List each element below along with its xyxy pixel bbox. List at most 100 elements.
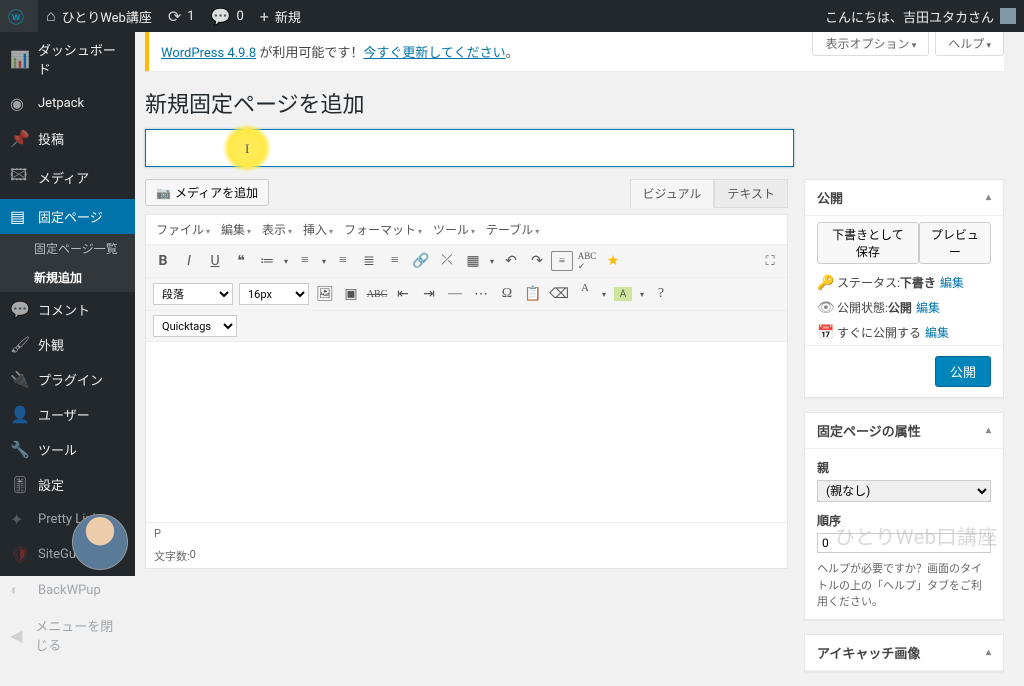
sidebar-item-posts[interactable]: 📌投稿 bbox=[0, 121, 135, 156]
pastetext-button[interactable]: 📋 bbox=[521, 282, 545, 306]
ul-drop-icon[interactable]: ▾ bbox=[281, 249, 291, 273]
attributes-help: ヘルプが必要ですか？画面のタイトルの上の「ヘルプ」タブをご利用ください。 bbox=[817, 561, 991, 611]
update-now-link[interactable]: 今すぐ更新してください bbox=[363, 46, 505, 61]
publish-button[interactable]: 公開 bbox=[935, 356, 991, 387]
menu-insert[interactable]: 挿入 bbox=[299, 219, 337, 240]
specialchar-button[interactable]: Ω bbox=[495, 282, 519, 306]
edit-status-link[interactable]: 編集 bbox=[940, 274, 964, 291]
sidebar-item-dashboard[interactable]: 📊ダッシュボード bbox=[0, 32, 135, 86]
sidebar-item-settings[interactable]: 🎚設定 bbox=[0, 467, 135, 502]
editor-statusbar: P bbox=[146, 522, 787, 544]
quicktags-select[interactable]: Quicktags bbox=[153, 315, 237, 337]
help-toggle[interactable]: ヘルプ bbox=[935, 32, 1004, 56]
sidebar-item-siteguard[interactable]: 🛡SiteGuard bbox=[0, 537, 135, 572]
my-account[interactable]: こんにちは、吉田ユタカ さん bbox=[817, 0, 1024, 32]
align-left-button[interactable]: ≡ bbox=[331, 249, 355, 273]
indent-button[interactable]: ⇥ bbox=[417, 282, 441, 306]
screen-options-toggle[interactable]: 表示オプション bbox=[812, 32, 929, 56]
calendar-icon: 📅 bbox=[817, 325, 831, 341]
chevron-up-icon[interactable]: ▴ bbox=[986, 425, 991, 436]
ol-button[interactable]: ≡ bbox=[293, 249, 317, 273]
paragraph-select[interactable]: 段落 bbox=[153, 283, 233, 305]
hr-button[interactable]: — bbox=[443, 282, 467, 306]
featured-image-box: アイキャッチ画像▴ bbox=[804, 634, 1004, 672]
spellcheck-button[interactable]: ABC✓ bbox=[575, 249, 599, 273]
media-button[interactable]: ▣ bbox=[339, 282, 363, 306]
ol-drop-icon[interactable]: ▾ bbox=[319, 249, 329, 273]
outdent-button[interactable]: ⇤ bbox=[391, 282, 415, 306]
sidebar-item-tools[interactable]: 🔧ツール bbox=[0, 432, 135, 467]
menu-view[interactable]: 表示 bbox=[258, 219, 296, 240]
menu-format[interactable]: フォーマット bbox=[340, 219, 426, 240]
unlink-button[interactable]: ⤫ bbox=[435, 249, 459, 273]
comments-link[interactable]: 💬0 bbox=[203, 0, 252, 32]
new-content-link[interactable]: +新規 bbox=[252, 0, 309, 32]
content-editor[interactable] bbox=[146, 342, 787, 522]
submenu-all-pages[interactable]: 固定ページ一覧 bbox=[0, 234, 135, 263]
redo-button[interactable]: ↷ bbox=[525, 249, 549, 273]
textcolor-drop-icon[interactable]: ▾ bbox=[599, 282, 609, 306]
bgcolor-button[interactable]: A bbox=[611, 282, 635, 306]
link-button[interactable]: 🔗 bbox=[409, 249, 433, 273]
textcolor-button[interactable]: A bbox=[573, 282, 597, 306]
ul-button[interactable]: ≔ bbox=[255, 249, 279, 273]
star-button[interactable]: ★ bbox=[601, 249, 625, 273]
page-attributes-box: 固定ページの属性▴ 親 (親なし) 順序 ヘルプが必要ですか？画面のタイトルの上… bbox=[804, 412, 1004, 620]
preview-button[interactable]: プレビュー bbox=[919, 222, 991, 264]
wp-logo[interactable]: ⓦ bbox=[0, 0, 38, 32]
shield-icon: 🛡 bbox=[10, 545, 30, 564]
parent-select[interactable]: (親なし) bbox=[817, 480, 991, 502]
fullscreen-button[interactable]: ⛶ bbox=[758, 249, 782, 273]
submenu-add-new[interactable]: 新規追加 bbox=[0, 263, 135, 292]
chevron-up-icon[interactable]: ▴ bbox=[986, 647, 991, 658]
chevron-up-icon[interactable]: ▴ bbox=[986, 192, 991, 203]
strike-button[interactable]: ABC bbox=[365, 282, 389, 306]
help-button[interactable]: ? bbox=[649, 282, 673, 306]
title-input[interactable] bbox=[145, 129, 794, 167]
sidebar-item-pages[interactable]: ▤固定ページ bbox=[0, 199, 135, 234]
editor-column: 📷メディアを追加 ビジュアル テキスト ファイル 編集 表示 挿入 フォーマット… bbox=[145, 179, 788, 569]
page-title: 新規固定ページを追加 bbox=[135, 81, 1024, 129]
sidebar-item-comments[interactable]: 💬コメント bbox=[0, 292, 135, 327]
menu-file[interactable]: ファイル bbox=[152, 219, 214, 240]
more-button[interactable]: ⋯ bbox=[469, 282, 493, 306]
table-button[interactable]: ▦ bbox=[461, 249, 485, 273]
bold-button[interactable]: B bbox=[151, 249, 175, 273]
order-input[interactable] bbox=[817, 533, 991, 553]
toolbar-toggle-button[interactable]: ≡ bbox=[551, 251, 573, 271]
fontsize-select[interactable]: 16px bbox=[239, 283, 309, 305]
plus-icon: + bbox=[260, 7, 269, 26]
removeformat-button[interactable]: ⌫ bbox=[547, 282, 571, 306]
italic-button[interactable]: I bbox=[177, 249, 201, 273]
table-drop-icon[interactable]: ▾ bbox=[487, 249, 497, 273]
wp-version-link[interactable]: WordPress 4.9.8 bbox=[161, 46, 256, 61]
sidebar-item-plugins[interactable]: 🔌プラグイン bbox=[0, 362, 135, 397]
image-button[interactable]: 🖼 bbox=[313, 282, 337, 306]
sidebar-item-appearance[interactable]: 🖌外観 bbox=[0, 327, 135, 362]
sidebar-item-users[interactable]: 👤ユーザー bbox=[0, 397, 135, 432]
add-media-button[interactable]: 📷メディアを追加 bbox=[145, 179, 269, 206]
status-value: 下書き bbox=[900, 274, 936, 291]
sidebar-item-jetpack[interactable]: ◉Jetpack bbox=[0, 86, 135, 121]
align-right-button[interactable]: ≡ bbox=[383, 249, 407, 273]
tab-visual[interactable]: ビジュアル bbox=[630, 179, 715, 208]
menu-tools[interactable]: ツール bbox=[429, 219, 479, 240]
underline-button[interactable]: U bbox=[203, 249, 227, 273]
sidebar-item-prettylinks[interactable]: ✦Pretty Links bbox=[0, 502, 135, 537]
tab-text[interactable]: テキスト bbox=[714, 179, 788, 208]
save-draft-button[interactable]: 下書きとして保存 bbox=[817, 222, 919, 264]
user-name: 吉田ユタカ bbox=[903, 7, 968, 26]
sidebar-item-media[interactable]: 🖾メディア bbox=[0, 156, 135, 199]
align-center-button[interactable]: ≣ bbox=[357, 249, 381, 273]
bgcolor-drop-icon[interactable]: ▾ bbox=[637, 282, 647, 306]
toolbar-row-3: Quicktags bbox=[146, 311, 787, 342]
edit-schedule-link[interactable]: 編集 bbox=[925, 324, 949, 341]
menu-table[interactable]: テーブル bbox=[482, 219, 543, 240]
undo-button[interactable]: ↶ bbox=[499, 249, 523, 273]
site-name-link[interactable]: ⌂ひとりWeb講座 bbox=[38, 0, 160, 32]
menu-edit[interactable]: 編集 bbox=[217, 219, 255, 240]
blockquote-button[interactable]: ❝ bbox=[229, 249, 253, 273]
toolbar-row-1: B I U ❝ ≔▾ ≡▾ ≡ ≣ ≡ 🔗 ⤫ ▦▾ ↶ ↷ ≡ ABC✓ ★ bbox=[146, 245, 787, 278]
updates-link[interactable]: ⟳1 bbox=[160, 0, 203, 32]
edit-visibility-link[interactable]: 編集 bbox=[916, 299, 940, 316]
